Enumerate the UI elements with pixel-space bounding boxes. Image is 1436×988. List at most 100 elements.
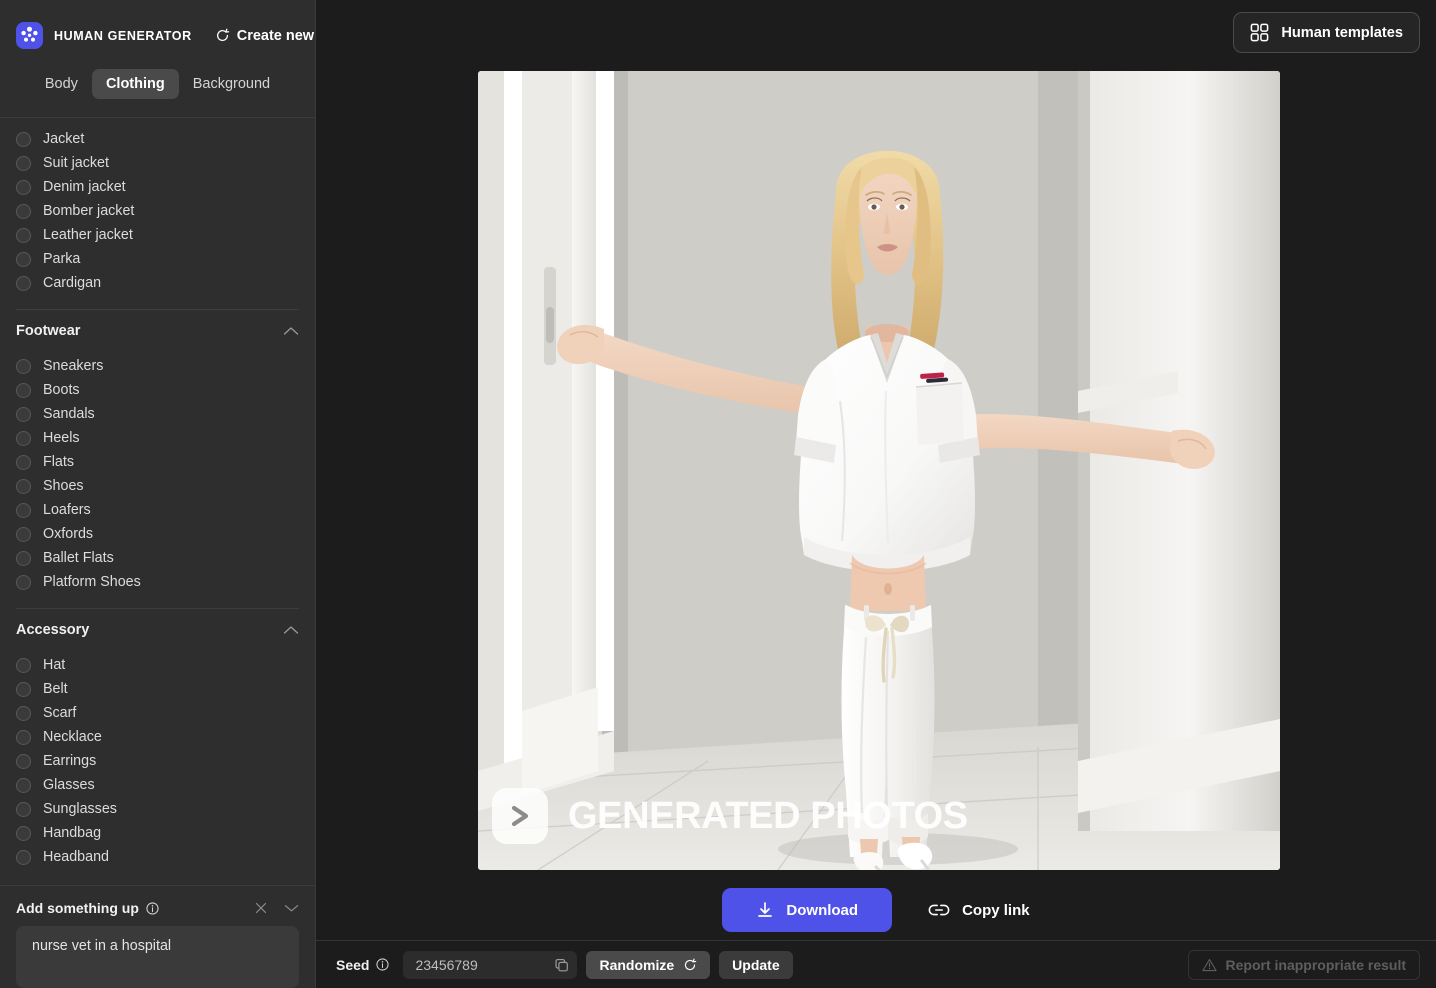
- option-label: Handbag: [43, 825, 102, 841]
- download-button[interactable]: Download: [722, 888, 893, 932]
- seed-input[interactable]: [403, 950, 578, 979]
- prompt-title: Add something up: [16, 900, 139, 916]
- option-label: Heels: [43, 430, 80, 446]
- radio-icon[interactable]: [16, 227, 31, 243]
- option-headband[interactable]: Headband: [16, 845, 299, 869]
- option-label: Ballet Flats: [43, 550, 114, 566]
- option-parka[interactable]: Parka: [16, 247, 299, 271]
- radio-icon[interactable]: [16, 657, 31, 673]
- radio-icon[interactable]: [16, 550, 31, 566]
- chevron-down-icon[interactable]: [284, 903, 299, 913]
- radio-icon[interactable]: [16, 203, 31, 219]
- radio-icon[interactable]: [16, 705, 31, 721]
- option-handbag[interactable]: Handbag: [16, 821, 299, 845]
- clothing-options-list[interactable]: Jacket Suit jacket Denim jacket Bomber j…: [0, 118, 315, 885]
- group-header-accessory[interactable]: Accessory: [16, 609, 299, 651]
- prompt-textarea[interactable]: nurse vet in a hospital: [16, 926, 299, 988]
- tab-clothing[interactable]: Clothing: [91, 69, 179, 99]
- generated-image[interactable]: GENERATED PHOTOS: [478, 71, 1280, 870]
- radio-icon[interactable]: [16, 275, 31, 291]
- radio-icon[interactable]: [16, 131, 31, 147]
- group-header-footwear[interactable]: Footwear: [16, 310, 299, 352]
- radio-icon[interactable]: [16, 382, 31, 398]
- radio-icon[interactable]: [16, 574, 31, 590]
- option-scarf[interactable]: Scarf: [16, 701, 299, 725]
- download-icon: [756, 901, 774, 919]
- chevron-up-icon[interactable]: [283, 326, 299, 336]
- prompt-panel: Add something up nurse vet in a hospital: [0, 885, 315, 988]
- report-label: Report inappropriate result: [1225, 956, 1406, 973]
- option-label: Jacket: [43, 131, 85, 147]
- option-platform-shoes[interactable]: Platform Shoes: [16, 570, 299, 594]
- tab-background[interactable]: Background: [179, 69, 284, 99]
- tab-body[interactable]: Body: [31, 69, 92, 99]
- action-row: Download Copy link: [316, 888, 1436, 932]
- option-label: Scarf: [43, 705, 77, 721]
- radio-icon[interactable]: [16, 430, 31, 446]
- close-icon[interactable]: [254, 901, 268, 915]
- seed-label-wrap: Seed: [336, 957, 390, 973]
- create-new-label: Create new: [236, 27, 315, 44]
- option-group-accessory: Accessory Hat Belt Scarf Necklace Earrin…: [16, 609, 299, 869]
- info-icon[interactable]: [376, 958, 390, 971]
- grid-icon: [1250, 23, 1269, 42]
- copy-link-button[interactable]: Copy link: [928, 901, 1030, 919]
- radio-icon[interactable]: [16, 825, 31, 841]
- option-denim-jacket[interactable]: Denim jacket: [16, 175, 299, 199]
- option-necklace[interactable]: Necklace: [16, 725, 299, 749]
- radio-icon[interactable]: [16, 753, 31, 769]
- radio-icon[interactable]: [16, 406, 31, 422]
- option-label: Parka: [43, 251, 81, 267]
- option-label: Oxfords: [43, 526, 94, 542]
- radio-icon[interactable]: [16, 155, 31, 171]
- prompt-title-wrap: Add something up: [16, 900, 159, 916]
- option-group-outerwear: Jacket Suit jacket Denim jacket Bomber j…: [16, 127, 299, 295]
- radio-icon[interactable]: [16, 777, 31, 793]
- option-earrings[interactable]: Earrings: [16, 749, 299, 773]
- report-button[interactable]: Report inappropriate result: [1187, 949, 1420, 980]
- copy-icon[interactable]: [554, 957, 569, 972]
- create-new-button[interactable]: Create new: [215, 28, 314, 44]
- option-sneakers[interactable]: Sneakers: [16, 354, 299, 378]
- radio-icon[interactable]: [16, 526, 31, 542]
- radio-icon[interactable]: [16, 801, 31, 817]
- option-glasses[interactable]: Glasses: [16, 773, 299, 797]
- option-label: Sunglasses: [43, 801, 117, 817]
- update-button[interactable]: Update: [719, 950, 793, 979]
- radio-icon[interactable]: [16, 502, 31, 518]
- option-loafers[interactable]: Loafers: [16, 498, 299, 522]
- human-templates-button[interactable]: Human templates: [1233, 12, 1420, 53]
- option-label: Necklace: [43, 729, 102, 745]
- option-shoes[interactable]: Shoes: [16, 474, 299, 498]
- radio-icon[interactable]: [16, 358, 31, 374]
- randomize-button[interactable]: Randomize: [586, 950, 711, 979]
- option-sunglasses[interactable]: Sunglasses: [16, 797, 299, 821]
- option-ballet-flats[interactable]: Ballet Flats: [16, 546, 299, 570]
- option-bomber-jacket[interactable]: Bomber jacket: [16, 199, 299, 223]
- option-sandals[interactable]: Sandals: [16, 402, 299, 426]
- radio-icon[interactable]: [16, 179, 31, 195]
- info-icon[interactable]: [146, 901, 159, 915]
- shuffle-icon: [683, 958, 697, 972]
- option-heels[interactable]: Heels: [16, 426, 299, 450]
- option-hat[interactable]: Hat: [16, 653, 299, 677]
- radio-icon[interactable]: [16, 251, 31, 267]
- option-flats[interactable]: Flats: [16, 450, 299, 474]
- option-leather-jacket[interactable]: Leather jacket: [16, 223, 299, 247]
- option-cardigan[interactable]: Cardigan: [16, 271, 299, 295]
- radio-icon[interactable]: [16, 478, 31, 494]
- radio-icon[interactable]: [16, 849, 31, 865]
- brand-name: HUMAN GENERATOR: [54, 28, 192, 43]
- radio-icon[interactable]: [16, 729, 31, 745]
- option-group-footwear: Footwear Sneakers Boots Sandals Heels Fl…: [16, 310, 299, 594]
- option-label: Sandals: [43, 406, 95, 422]
- radio-icon[interactable]: [16, 454, 31, 470]
- option-suit-jacket[interactable]: Suit jacket: [16, 151, 299, 175]
- chevron-up-icon[interactable]: [283, 625, 299, 635]
- radio-icon[interactable]: [16, 681, 31, 697]
- option-jacket[interactable]: Jacket: [16, 127, 299, 151]
- option-oxfords[interactable]: Oxfords: [16, 522, 299, 546]
- app-logo-icon: [16, 22, 43, 49]
- option-boots[interactable]: Boots: [16, 378, 299, 402]
- option-belt[interactable]: Belt: [16, 677, 299, 701]
